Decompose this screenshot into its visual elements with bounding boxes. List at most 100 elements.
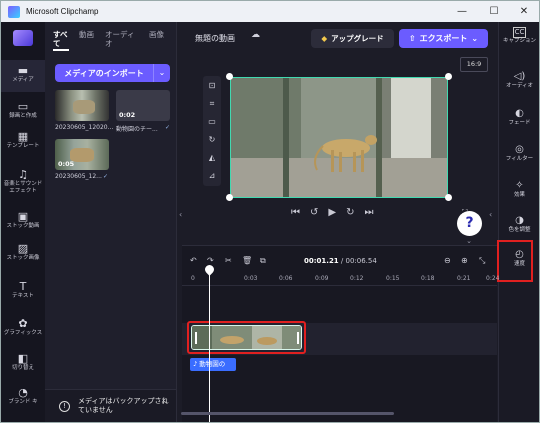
playhead[interactable] <box>209 269 210 422</box>
ruler-tick: 0:06 <box>279 275 293 282</box>
media-caption: 20230605_12020... <box>55 124 114 131</box>
timeline-scrollbar[interactable] <box>181 412 394 415</box>
rail-item-label: テンプレート <box>6 143 40 149</box>
audio-icon: ◁) <box>513 71 526 82</box>
rail-item-text[interactable]: T テキスト <box>1 280 45 300</box>
current-time: 00:01.21 <box>304 257 339 265</box>
cloud-sync-off-icon: ☁ <box>251 30 260 40</box>
media-caption: 20230605_12... <box>55 173 102 180</box>
rail-item-captions[interactable]: CC キャプション <box>499 27 540 45</box>
fade-icon: ◐ <box>515 108 524 119</box>
rewind-5s-icon[interactable]: ↺ <box>310 207 318 218</box>
media-caption: 動物園のチー... <box>116 126 158 133</box>
fit-icon[interactable]: ⊡ <box>203 78 221 94</box>
captions-icon: CC <box>512 27 527 38</box>
resize-handle[interactable] <box>445 73 452 80</box>
rail-item-brand-kit[interactable]: ◔ ブランド キ <box>1 386 45 406</box>
rail-item-filter[interactable]: ◎ フィルター <box>499 143 540 163</box>
rail-item-label: テキスト <box>12 293 34 299</box>
ruler-tick: 0:21 <box>457 275 471 282</box>
tab-video[interactable]: 動画 <box>79 30 95 51</box>
check-icon: ✓ <box>103 173 109 180</box>
crop-icon[interactable]: ⌗ <box>203 96 221 112</box>
collapse-down-icon[interactable]: ⌄ <box>462 237 476 245</box>
play-icon[interactable]: ▶ <box>328 207 336 218</box>
minimize-button[interactable]: — <box>447 1 477 22</box>
export-label: エクスポート <box>419 34 468 43</box>
menu-logo-icon[interactable] <box>13 30 33 46</box>
upgrade-button[interactable]: ◆ アップグレード <box>311 29 394 48</box>
chevron-down-icon: ⌄ <box>471 34 479 43</box>
collapse-left-icon[interactable]: ‹ <box>179 210 182 219</box>
tab-audio[interactable]: オーディオ <box>105 30 139 51</box>
preview-frame-image <box>231 78 447 197</box>
media-thumbnail[interactable] <box>55 90 109 121</box>
rail-item-template[interactable]: ▦ テンプレート <box>1 130 45 150</box>
maximize-button[interactable]: ☐ <box>479 1 509 22</box>
rail-item-label: メディア <box>12 77 34 83</box>
ruler-tick: 0:18 <box>421 275 435 282</box>
rotate-icon[interactable]: ↻ <box>203 132 221 148</box>
rail-item-effects[interactable]: ✧ 効果 <box>499 179 540 199</box>
ruler-tick: 0:03 <box>244 275 258 282</box>
split-icon[interactable]: ✂ <box>225 256 232 265</box>
rail-item-media[interactable]: ▬ メディア <box>1 60 45 92</box>
rail-item-label: 音楽とサウンドエフェクト <box>3 181 43 194</box>
resize-handle[interactable] <box>445 194 452 201</box>
app-window: Microsoft Clipchamp — ☐ ✕ ▬ メディア ▭ 録画と作成… <box>0 0 540 423</box>
resize-handle[interactable] <box>226 73 233 80</box>
chevron-down-icon[interactable]: ⌄ <box>153 64 170 82</box>
rail-item-label: 効果 <box>513 192 525 198</box>
media-thumbnail[interactable]: 0:02 <box>116 90 170 121</box>
rail-item-color-adjust[interactable]: ◑ 色を調整 <box>499 214 540 234</box>
media-thumbnail[interactable]: 0:05 <box>55 139 109 170</box>
rail-item-label: 色を調整 <box>508 227 531 233</box>
collapse-right-icon[interactable]: ‹ <box>489 210 492 219</box>
rail-item-label: フェード <box>508 120 531 126</box>
rail-item-record[interactable]: ▭ 録画と作成 <box>1 100 45 120</box>
fit-timeline-icon[interactable]: ⤡ <box>479 256 485 266</box>
skip-back-icon[interactable]: ⏮ <box>291 207 300 218</box>
rail-item-label: ストック動画 <box>6 223 40 229</box>
project-title[interactable]: 無題の動画 <box>195 33 235 44</box>
rail-item-transition[interactable]: ◧ 切り替え <box>1 352 45 372</box>
video-preview[interactable] <box>230 77 448 198</box>
flip-vertical-icon[interactable]: ⊿ <box>203 168 221 184</box>
rail-item-audio[interactable]: ◁) オーディオ <box>499 70 540 90</box>
pip-icon[interactable]: ▭ <box>203 114 221 130</box>
zoom-in-icon[interactable]: ⊕ <box>461 256 468 265</box>
import-media-button[interactable]: メディアのインポート ⌄ <box>55 64 170 82</box>
zoom-out-icon[interactable]: ⊖ <box>444 256 451 265</box>
speed-highlight-box <box>497 240 533 282</box>
audio-clip[interactable]: ♪ 動物園の <box>190 358 236 371</box>
rail-item-label: オーディオ <box>505 83 534 89</box>
rail-item-stock-video[interactable]: ▣ ストック動画 <box>1 210 45 230</box>
backup-notice[interactable]: ! メディアはバックアップされていません ^ <box>45 389 176 422</box>
undo-icon[interactable]: ↶ <box>190 256 197 265</box>
video-clip[interactable] <box>191 325 302 350</box>
video-clip-highlight[interactable] <box>187 321 306 354</box>
aspect-ratio-button[interactable]: 16:9 <box>460 57 488 72</box>
chevron-up-icon[interactable]: ^ <box>161 400 168 409</box>
rail-item-graphics[interactable]: ✿ グラフィックス <box>1 317 45 337</box>
tab-image[interactable]: 画像 <box>149 30 165 51</box>
ruler-tick: 0:09 <box>315 275 329 282</box>
color-adjust-icon: ◑ <box>515 215 524 226</box>
resize-handle[interactable] <box>226 194 233 201</box>
time-ruler[interactable]: 0 0:03 0:06 0:09 0:12 0:15 0:18 0:21 0:2… <box>182 272 499 286</box>
skip-forward-icon[interactable]: ⏭ <box>364 207 373 218</box>
close-button[interactable]: ✕ <box>509 1 539 22</box>
rail-item-music[interactable]: ♫ 音楽とサウンドエフェクト <box>1 168 45 195</box>
rail-item-stock-image[interactable]: ▨ ストック画像 <box>1 242 45 262</box>
help-button[interactable]: ? <box>457 211 482 236</box>
forward-5s-icon[interactable]: ↻ <box>346 207 354 218</box>
audio-clip-label: 動物園の <box>199 360 226 368</box>
check-icon: ✓ <box>165 124 171 131</box>
delete-icon[interactable]: 🗑 <box>242 256 252 265</box>
export-button[interactable]: ⇧ エクスポート ⌄ <box>399 29 488 48</box>
flip-icon[interactable]: ◭ <box>203 150 221 166</box>
rail-item-label: ブランド キ <box>8 399 38 405</box>
rail-item-fade[interactable]: ◐ フェード <box>499 107 540 127</box>
tab-all[interactable]: すべて <box>53 30 69 51</box>
duplicate-icon[interactable]: ⧉ <box>260 256 266 266</box>
